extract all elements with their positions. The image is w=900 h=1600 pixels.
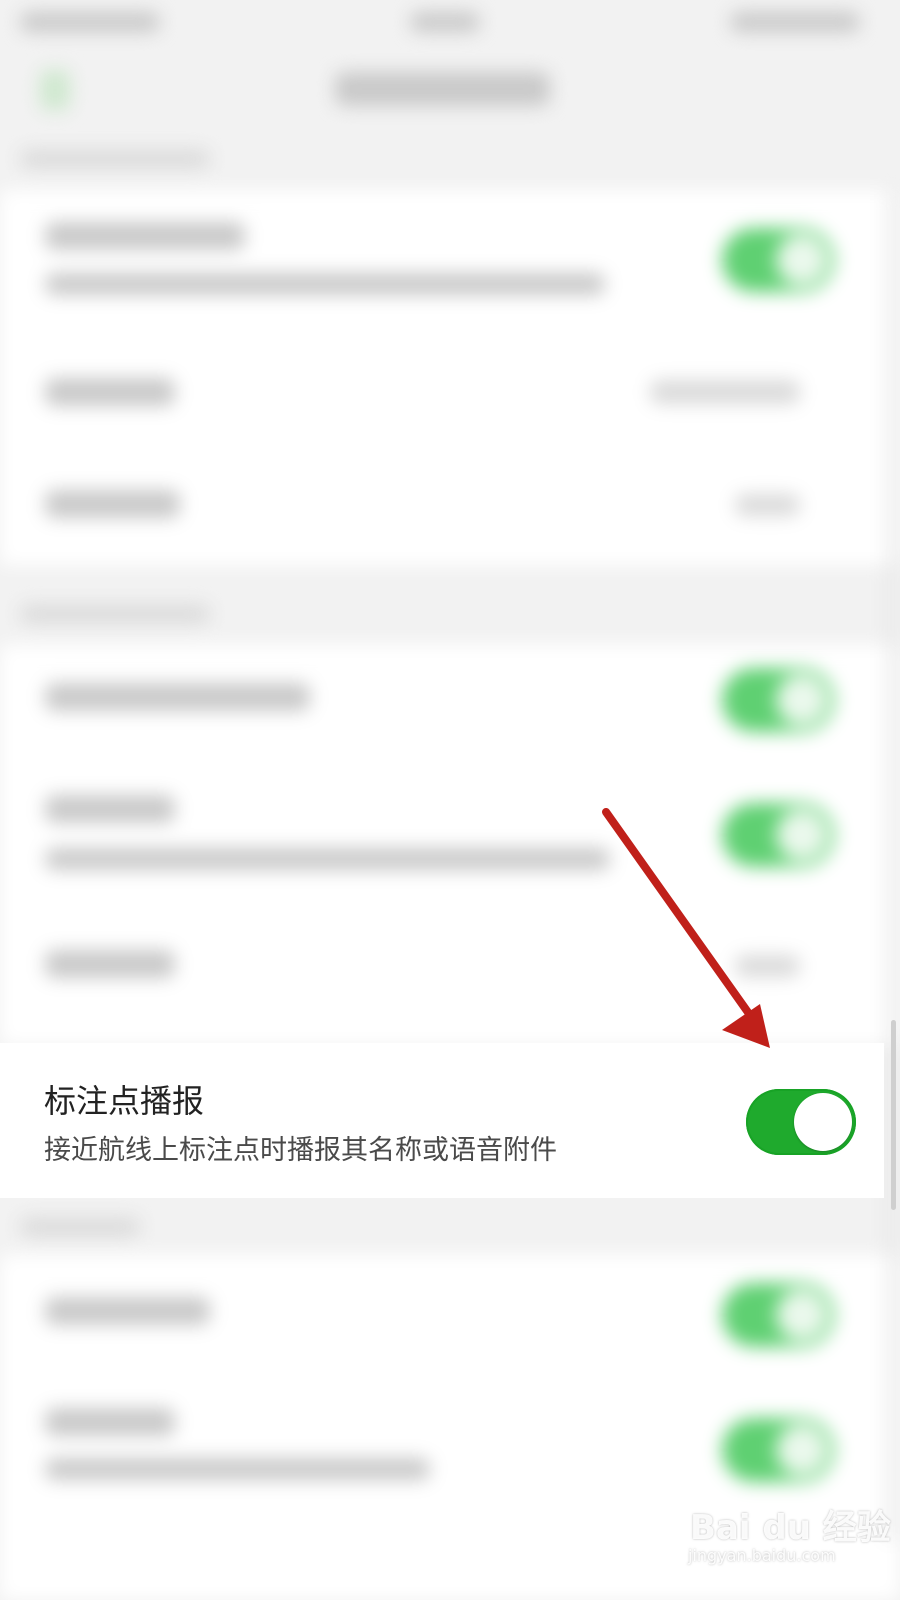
watermark-logo: Bai du 经验 (690, 1508, 891, 1548)
red-arrow-icon (602, 808, 770, 1048)
watermark-url: jingyan.baidu.com (688, 1546, 836, 1565)
baidu-jingyan-watermark: Bai du 经验 jingyan.baidu.com (688, 1500, 891, 1570)
